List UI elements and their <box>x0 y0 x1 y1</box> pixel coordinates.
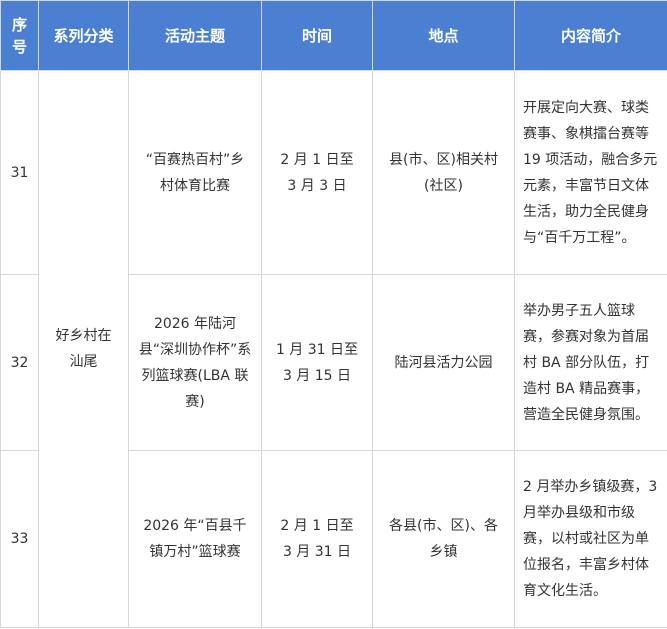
table-row: 31 好乡村在汕尾 “百赛热百村”乡村体育比赛 2 月 1 日至 3 月 3 日… <box>0 70 667 628</box>
row-number: 32 <box>0 274 39 451</box>
activity-time: 1 月 31 日至 3 月 15 日 <box>261 274 373 451</box>
activity-time: 2 月 1 日至 3 月 3 日 <box>261 70 373 275</box>
activity-time: 2 月 1 日至 3 月 31 日 <box>261 450 373 628</box>
header-time: 时间 <box>261 0 373 71</box>
header-number: 序号 <box>0 0 39 71</box>
header-place: 地点 <box>372 0 515 71</box>
activity-table: 序号 系列分类 活动主题 时间 地点 内容简介 31 好乡村在汕尾 “百赛热百村… <box>0 0 667 628</box>
series-category: 好乡村在汕尾 <box>38 70 129 628</box>
activity-description: 举办男子五人篮球赛，参赛对象为首届村 BA 部分队伍，打造村 BA 精品赛事，营… <box>514 274 667 451</box>
header-theme: 活动主题 <box>128 0 262 71</box>
activity-theme: “百赛热百村”乡村体育比赛 <box>128 70 262 275</box>
activity-theme: 2026 年“百县千镇万村”篮球赛 <box>128 450 262 628</box>
activity-place: 陆河县活力公园 <box>372 274 515 451</box>
activity-place: 县(市、区)相关村(社区) <box>372 70 515 275</box>
activity-theme: 2026 年陆河县“深圳协作杯”系列篮球赛(LBA 联赛) <box>128 274 262 451</box>
header-description: 内容简介 <box>514 0 667 71</box>
activity-place: 各县(市、区)、各乡镇 <box>372 450 515 628</box>
activity-description: 2 月举办乡镇级赛，3 月举办县级和市级赛，以村或社区为单位报名，丰富乡村体育文… <box>514 450 667 628</box>
table-header-row: 序号 系列分类 活动主题 时间 地点 内容简介 <box>0 0 667 71</box>
header-category: 系列分类 <box>38 0 129 71</box>
activity-description: 开展定向大赛、球类赛事、象棋擂台赛等 19 项活动，融合多元元素，丰富节日文体生… <box>514 70 667 275</box>
row-number: 33 <box>0 450 39 628</box>
row-number: 31 <box>0 70 39 275</box>
